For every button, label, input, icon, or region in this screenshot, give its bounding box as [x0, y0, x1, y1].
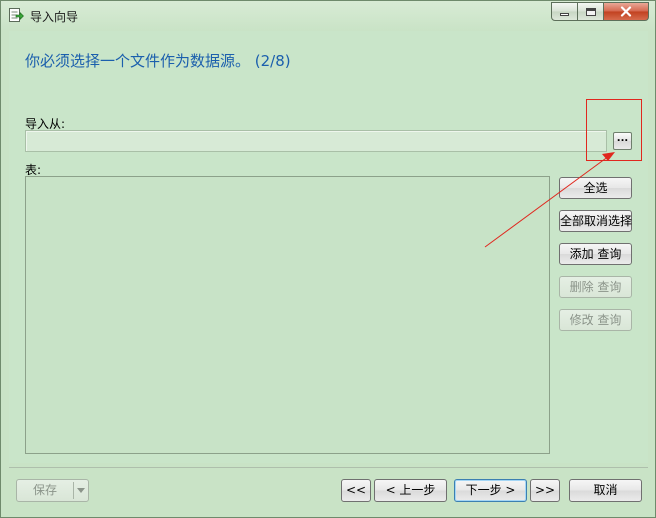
last-step-button[interactable]: >>: [530, 479, 560, 502]
save-split-divider: [73, 482, 74, 499]
footer-divider: [9, 467, 648, 468]
save-button-label: 保存: [32, 483, 57, 497]
next-step-button[interactable]: 下一步 >: [454, 479, 527, 502]
cancel-button[interactable]: 取消: [569, 479, 642, 502]
first-step-button[interactable]: <<: [341, 479, 371, 502]
chevron-down-icon[interactable]: [77, 488, 85, 493]
annotation-arrow: [484, 152, 615, 248]
import-wizard-window: 导入向导 你必须选择一个文件作为数据源。 (2/8) 导入从: ... 表: 全…: [0, 0, 656, 518]
previous-step-button[interactable]: < 上一步: [374, 479, 447, 502]
save-button[interactable]: 保存: [16, 479, 89, 502]
